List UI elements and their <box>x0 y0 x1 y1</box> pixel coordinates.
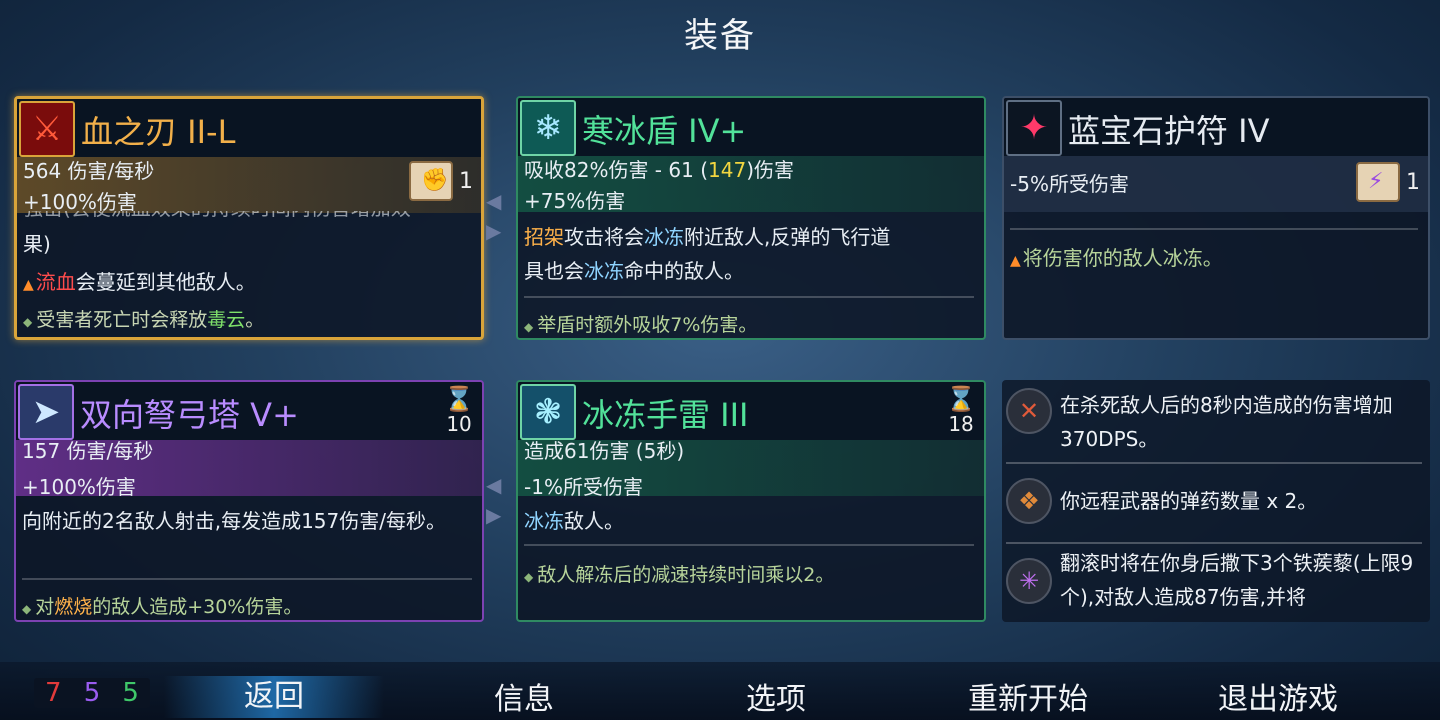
hourglass-icon: ⌛ <box>444 385 474 413</box>
mutation-text: 你远程武器的弹药数量 x 2。 <box>1060 489 1318 513</box>
card-note: ◆ 敌人解冻后的减速持续时间乘以2。 <box>524 564 835 586</box>
card-header: ✦ 蓝宝石护符 IV <box>1004 98 1428 156</box>
card-description: 向附近的2名敌人射击,每发造成157伤害/每秒。 <box>22 509 446 533</box>
diamond-bullet-icon: ◆ <box>524 570 534 584</box>
card-divider <box>1010 228 1418 230</box>
stat-damage: 造成61伤害 (5秒) <box>524 439 685 463</box>
card-effect-poison: ◆ 受害者死亡时会释放毒云。 <box>23 309 265 331</box>
ice-grenade-icon: ❃ <box>520 384 576 440</box>
mutation-item[interactable]: ✳ 翻滚时将在你身后撒下3个铁蒺藜(上限9个),对敌人造成87伤害,并将 <box>1006 546 1422 614</box>
bottom-menu-bar: 7 5 5 返回 信息 选项 重新开始 退出游戏 <box>0 662 1440 720</box>
cooldown-value: 18 <box>948 412 974 436</box>
stat-damage-bonus: +75%伤害 <box>524 189 626 213</box>
scroll-badge-count: 1 <box>1406 169 1420 195</box>
card-description: 冰冻敌人。 <box>524 509 624 533</box>
sapphire-amulet-icon: ✦ <box>1006 100 1062 156</box>
stat-damage-taken: -1%所受伤害 <box>524 475 643 499</box>
card-note: ◆ 对燃烧的敌人造成+30%伤害。 <box>22 596 303 618</box>
diamond-bullet-icon: ◆ <box>23 315 33 329</box>
card-title: 冰冻手雷 III <box>582 396 749 434</box>
diamond-bullet-icon: ◆ <box>22 602 32 616</box>
card-stats: 造成61伤害 (5秒) -1%所受伤害 <box>518 439 984 499</box>
weapon-card-ice-shield[interactable]: ❄ 寒冰盾 IV+ 吸收82%伤害 - 61 (147)伤害 +75%伤害 招架… <box>516 96 986 340</box>
info-button[interactable]: 信息 <box>414 674 634 718</box>
card-stats: 吸收82%伤害 - 61 (147)伤害 +75%伤害 <box>518 156 984 213</box>
weapon-card-blood-blade[interactable]: ⚔ 血之刃 II-L 564 伤害/每秒 +100%伤害 ✊ 1 强击(会使流血… <box>14 96 484 340</box>
card-title: 蓝宝石护符 IV <box>1068 112 1270 150</box>
mutation-item[interactable]: ❖ 你远程武器的弹药数量 x 2。 <box>1006 478 1422 524</box>
red-fist-scroll-icon: ✊ <box>409 161 453 201</box>
tactics-count: 5 <box>83 678 101 708</box>
mutations-panel: ✕ 在杀死敌人后的8秒内造成的伤害增加370DPS。 ❖ 你远程武器的弹药数量 … <box>1002 380 1430 622</box>
card-title: 寒冰盾 IV+ <box>582 112 747 150</box>
scroll-badge: ✊ 1 <box>409 161 473 201</box>
scroll-badge: ⚡ 1 <box>1356 162 1420 202</box>
restart-button[interactable]: 重新开始 <box>918 674 1138 718</box>
brutality-count: 7 <box>45 678 62 708</box>
card-title: 双向弩弓塔 V+ <box>80 396 299 434</box>
scroll-badge-count: 1 <box>459 168 473 194</box>
blood-blade-icon: ⚔ <box>19 101 75 157</box>
card-header: ❄ 寒冰盾 IV+ <box>518 98 984 156</box>
stat-dps: 157 伤害/每秒 <box>22 439 154 463</box>
options-button[interactable]: 选项 <box>666 674 886 718</box>
card-header: ⚔ 血之刃 II-L <box>17 99 481 157</box>
stat-damage-bonus: +100%伤害 <box>22 475 136 499</box>
card-description-tail: 果) <box>23 232 51 256</box>
swap-arrows-icon: ◀ ▶ <box>486 189 502 243</box>
survival-count: 5 <box>122 678 139 708</box>
bow-kill-icon: ✕ <box>1006 388 1052 434</box>
card-header: ➤ 双向弩弓塔 V+ ⌛ 10 <box>16 382 482 440</box>
flame-icon: ▲ <box>23 277 34 293</box>
card-effect: ▲ 将伤害你的敌人冰冻。 <box>1010 246 1223 270</box>
card-divider <box>524 544 974 546</box>
mutation-divider <box>1006 462 1422 464</box>
purple-lightning-scroll-icon: ⚡ <box>1356 162 1400 202</box>
skill-card-ice-grenade[interactable]: ❃ 冰冻手雷 III ⌛ 18 造成61伤害 (5秒) -1%所受伤害 冰冻敌人… <box>516 380 986 622</box>
caltrops-icon: ✳ <box>1006 558 1052 604</box>
swap-arrows-icon: ◀ ▶ <box>486 473 502 527</box>
ammo-quiver-icon: ❖ <box>1006 478 1052 524</box>
cooldown-value: 10 <box>446 412 472 436</box>
card-title: 血之刃 II-L <box>81 113 236 151</box>
cooldown-timer: ⌛ 18 <box>946 386 976 436</box>
quit-game-button[interactable]: 退出游戏 <box>1168 674 1388 718</box>
mutation-item[interactable]: ✕ 在杀死敌人后的8秒内造成的伤害增加370DPS。 <box>1006 388 1422 456</box>
page-title: 装备 <box>684 16 756 56</box>
card-divider <box>524 296 974 298</box>
back-button[interactable]: 返回 <box>164 676 384 718</box>
card-description-clipped: 强击(会使流血效果的持续时间内伤害增加效 <box>23 211 471 225</box>
card-note: ◆ 举盾时额外吸收7%伤害。 <box>524 314 758 336</box>
mutation-divider <box>1006 542 1422 544</box>
cooldown-timer: ⌛ 10 <box>444 386 474 436</box>
skill-card-crossbow-turret[interactable]: ➤ 双向弩弓塔 V+ ⌛ 10 157 伤害/每秒 +100%伤害 向附近的2名… <box>14 380 484 622</box>
crossbow-turret-icon: ➤ <box>18 384 74 440</box>
card-header: ❃ 冰冻手雷 III ⌛ 18 <box>518 382 984 440</box>
diamond-bullet-icon: ◆ <box>524 320 534 334</box>
flame-icon: ▲ <box>1010 253 1021 269</box>
card-divider <box>22 578 472 580</box>
amulet-card-sapphire[interactable]: ✦ 蓝宝石护符 IV -5%所受伤害 ⚡ 1 ▲ 将伤害你的敌人冰冻。 <box>1002 96 1430 340</box>
scroll-stats: 7 5 5 <box>34 678 150 708</box>
hourglass-icon: ⌛ <box>946 385 976 413</box>
ice-shield-icon: ❄ <box>520 100 576 156</box>
stat-absorb: 吸收82%伤害 - 61 (147)伤害 <box>524 158 794 182</box>
card-description: 招架攻击将会冰冻附近敌人,反弹的飞行道 具也会冰冻命中的敌人。 <box>524 225 891 283</box>
mutation-text: 翻滚时将在你身后撒下3个铁蒺藜(上限9个),对敌人造成87伤害,并将 <box>1060 551 1414 609</box>
card-stats: 157 伤害/每秒 +100%伤害 <box>16 439 482 499</box>
card-effect-bleed: ▲ 流血会蔓延到其他敌人。 <box>23 270 256 294</box>
mutation-text: 在杀死敌人后的8秒内造成的伤害增加370DPS。 <box>1060 393 1393 451</box>
